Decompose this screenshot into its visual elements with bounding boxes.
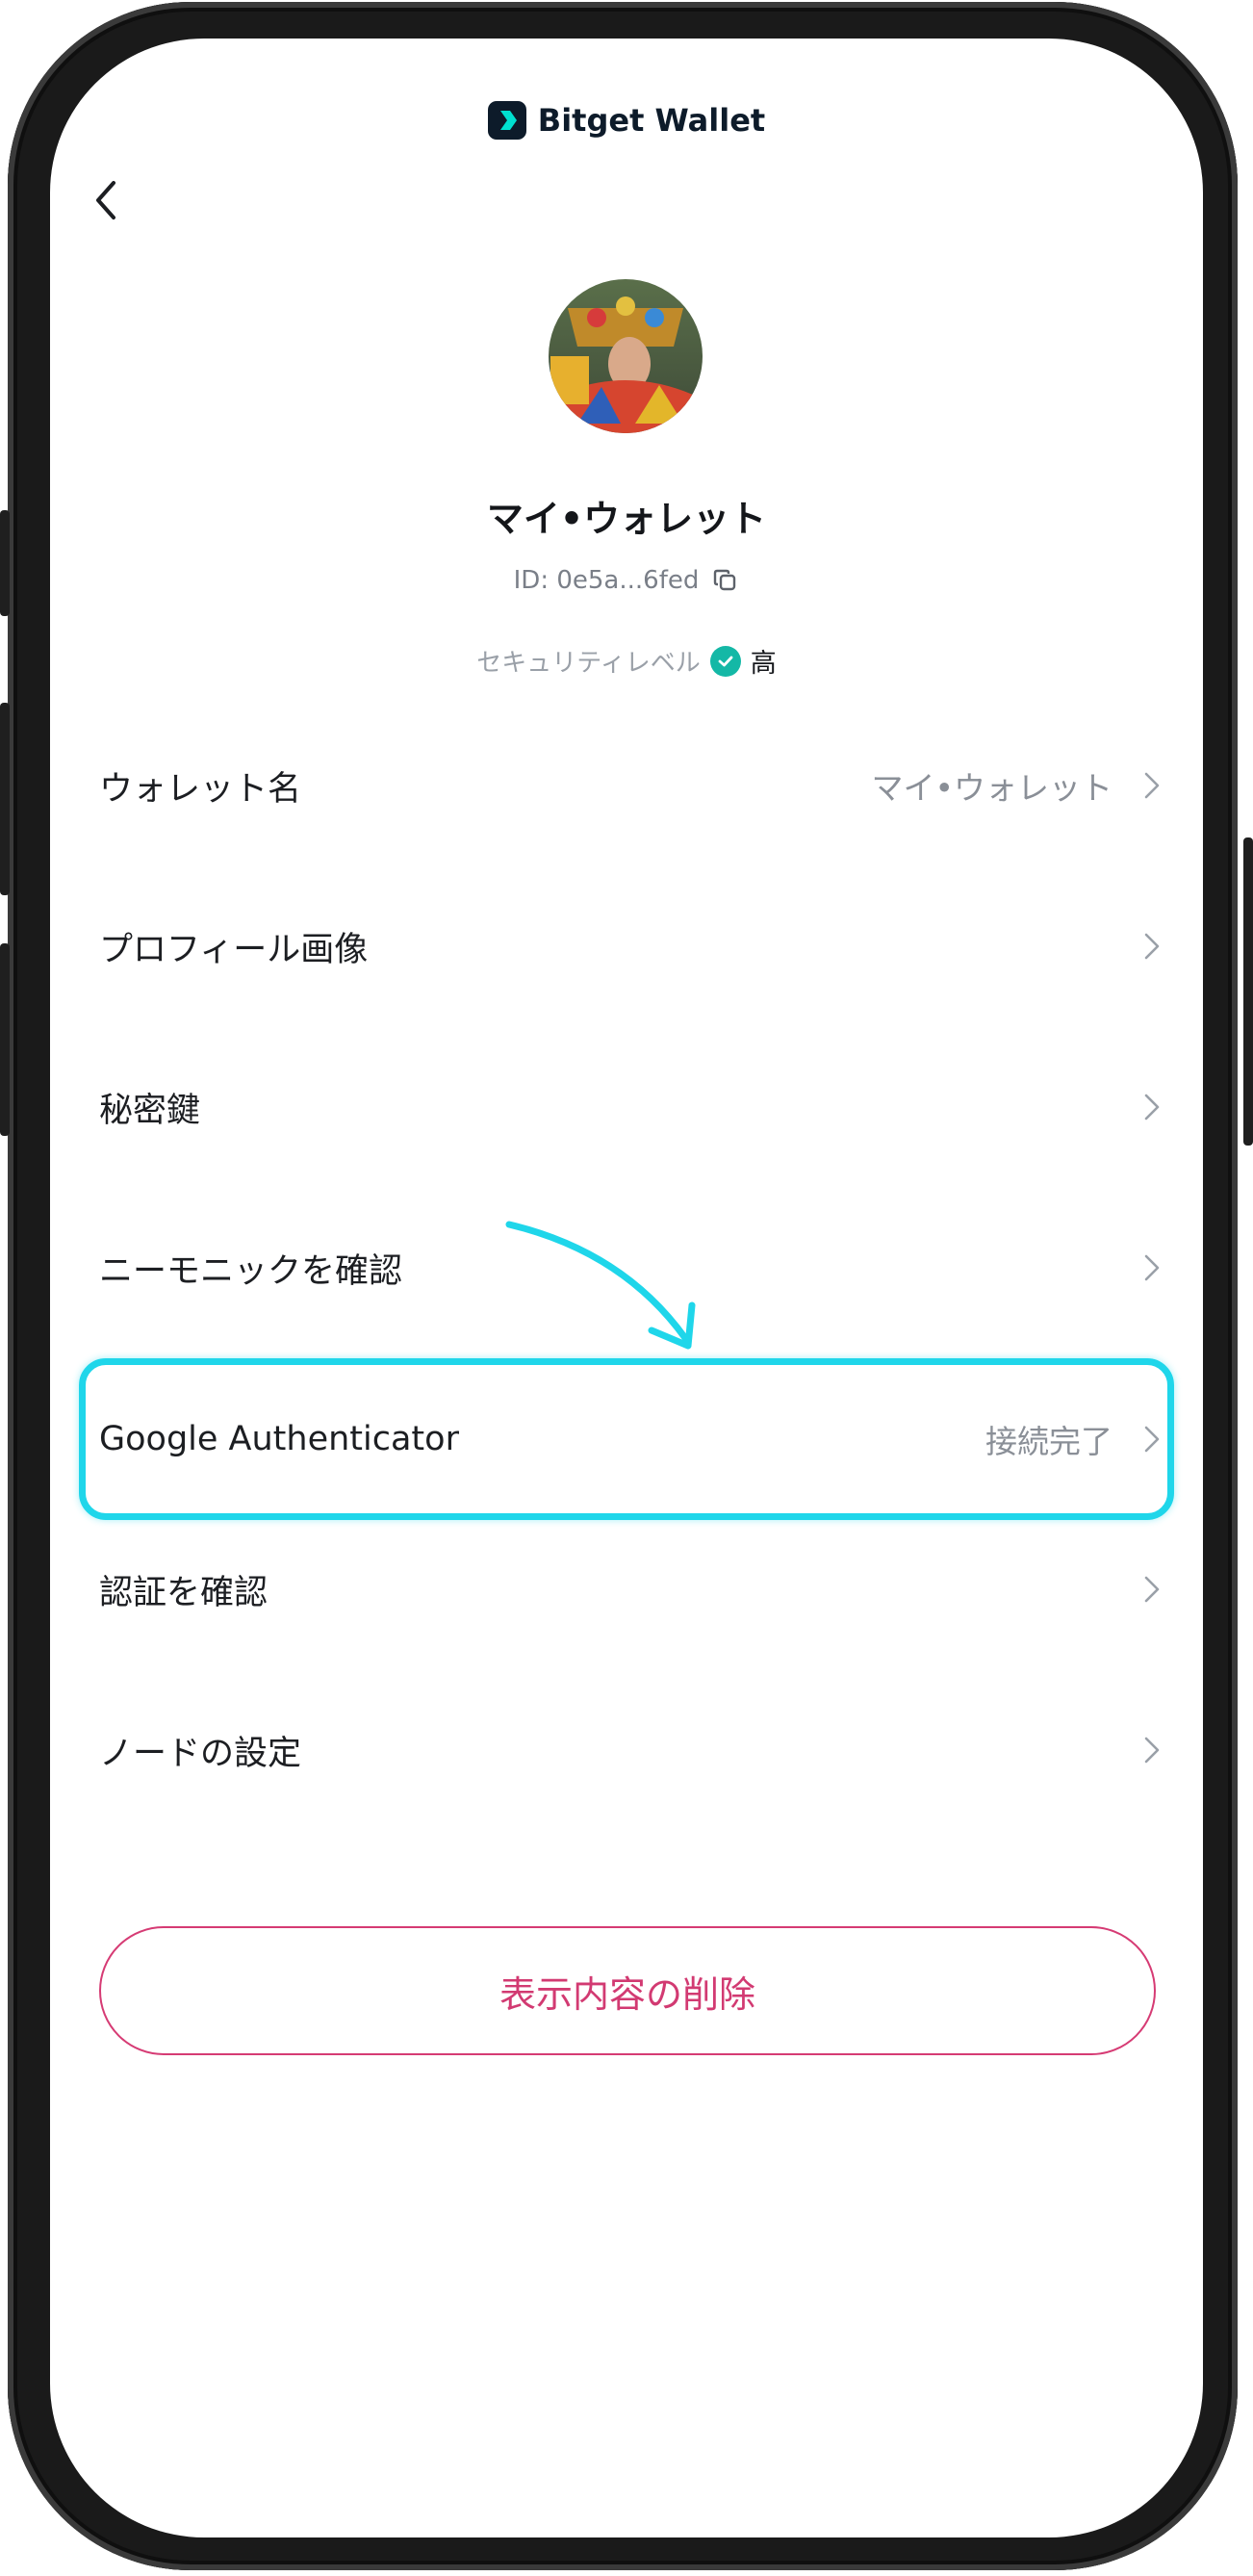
app-screen: Bitget Wallet マイ•ウォレット ID: 0e5a...6fed セ… xyxy=(50,39,1203,2537)
setting-row-profile-image[interactable]: プロフィール画像 xyxy=(50,865,1203,1027)
copy-icon[interactable] xyxy=(712,567,739,594)
chevron-right-icon xyxy=(1144,1254,1160,1281)
setting-label: 認証を確認 xyxy=(99,1573,268,1612)
chevron-right-icon xyxy=(1144,1094,1160,1121)
setting-label: ニーモニックを確認 xyxy=(99,1251,403,1291)
check-circle-icon xyxy=(709,645,741,677)
phone-side-button xyxy=(0,703,10,895)
setting-label: ウォレット名 xyxy=(99,769,302,809)
wallet-name-title: マイ•ウォレット xyxy=(486,498,767,540)
setting-label: ノードの設定 xyxy=(99,1734,302,1773)
setting-row-verify-auth[interactable]: 認証を確認 xyxy=(50,1508,1203,1670)
app-logo: Bitget Wallet xyxy=(50,101,1203,140)
highlight-box xyxy=(79,1358,1174,1520)
chevron-left-icon xyxy=(96,181,115,219)
chevron-right-icon xyxy=(1144,1737,1160,1764)
chevron-right-icon xyxy=(1144,1576,1160,1603)
security-level-row: セキュリティレベル 高 xyxy=(50,642,1203,680)
back-button[interactable] xyxy=(79,171,137,229)
app-name: Bitget Wallet xyxy=(537,102,766,139)
avatar[interactable] xyxy=(549,279,703,433)
wallet-id: ID: 0e5a...6fed xyxy=(50,566,1203,595)
bitget-logo-icon xyxy=(487,101,526,140)
phone-side-button xyxy=(0,510,10,616)
setting-label: プロフィール画像 xyxy=(99,930,369,969)
chevron-right-icon xyxy=(1144,772,1160,799)
setting-row-node-settings[interactable]: ノードの設定 xyxy=(50,1669,1203,1831)
chevron-right-icon xyxy=(1144,933,1160,960)
phone-side-button xyxy=(0,943,10,1136)
setting-label: 秘密鍵 xyxy=(99,1091,201,1130)
setting-value: マイ•ウォレット xyxy=(871,769,1112,807)
wallet-id-text: ID: 0e5a...6fed xyxy=(513,566,700,595)
delete-display-button[interactable]: 表示内容の削除 xyxy=(99,1926,1156,2055)
phone-side-button xyxy=(1243,837,1253,1146)
setting-row-private-key[interactable]: 秘密鍵 xyxy=(50,1026,1203,1188)
security-level-value: 高 xyxy=(750,649,777,679)
security-level-label: セキュリティレベル xyxy=(476,649,701,678)
setting-row-wallet-name[interactable]: ウォレット名 マイ•ウォレット xyxy=(50,705,1203,866)
